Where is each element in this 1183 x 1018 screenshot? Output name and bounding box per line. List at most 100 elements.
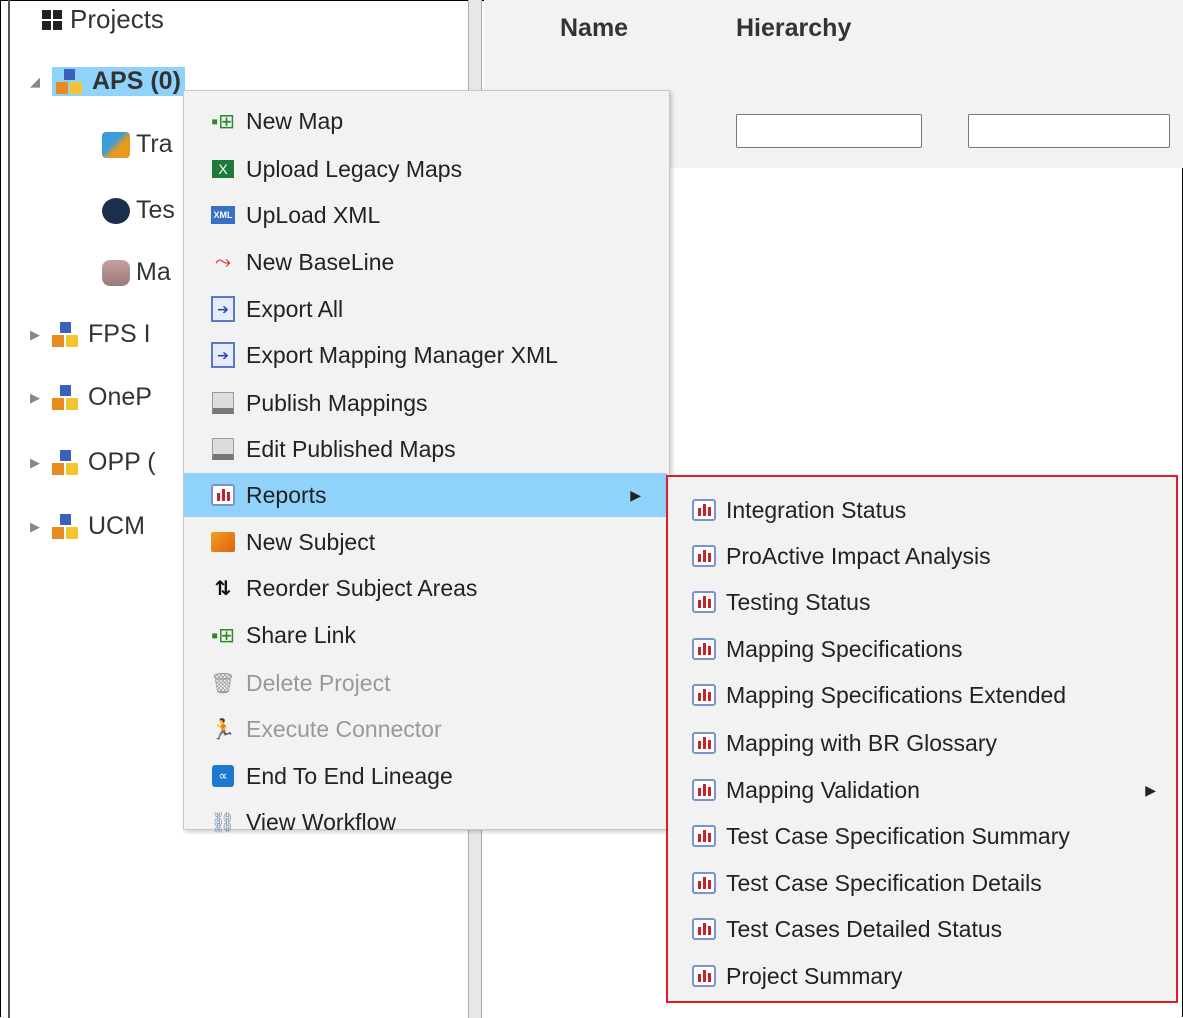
report-icon	[692, 591, 716, 613]
tree-node-fps[interactable]: ▶ FPS I	[30, 320, 151, 349]
submenu-item-label: Project Summary	[726, 962, 903, 989]
submenu-item-label: Test Cases Detailed Status	[726, 915, 1003, 942]
menu-item-label: New Subject	[246, 528, 376, 555]
menu-item-label: Export All	[246, 295, 344, 322]
export-icon: ➔	[206, 341, 240, 369]
report-icon	[692, 499, 716, 521]
tree-title: Projects	[70, 4, 164, 34]
excel-upload-icon: X	[206, 155, 240, 183]
menu-item-publish-mappings[interactable]: Publish Mappings	[184, 381, 667, 425]
menu-item-upload-xml[interactable]: XML UpLoad XML	[184, 193, 667, 237]
menu-item-label: UpLoad XML	[246, 201, 381, 228]
menu-item-export-all[interactable]: ➔ Export All	[184, 287, 667, 331]
expand-caret-icon[interactable]: ▶	[30, 390, 52, 406]
tree-child-label: Ma	[136, 258, 171, 286]
xml-upload-icon: XML	[206, 201, 240, 229]
submenu-item-integration-status[interactable]: Integration Status	[668, 488, 1176, 532]
submenu-item-test-case-specification-summary[interactable]: Test Case Specification Summary	[668, 814, 1176, 858]
expand-caret-icon[interactable]: ▶	[30, 519, 52, 535]
submenu-item-test-case-specification-details[interactable]: Test Case Specification Details	[668, 861, 1176, 905]
expand-caret-icon[interactable]: ▶	[30, 455, 52, 471]
menu-item-edit-published-maps[interactable]: Edit Published Maps	[184, 427, 667, 471]
test-gear-icon	[102, 197, 130, 224]
export-icon: ➔	[206, 295, 240, 323]
menu-item-end-to-end-lineage[interactable]: ∝ End To End Lineage	[184, 754, 667, 798]
submenu-item-label: Mapping with BR Glossary	[726, 729, 997, 756]
menu-item-new-subject[interactable]: New Subject	[184, 520, 667, 564]
tree-child-label: Tes	[136, 196, 175, 224]
menu-item-label: End To End Lineage	[246, 762, 453, 789]
menu-item-reports[interactable]: Reports ▶	[184, 473, 667, 517]
report-icon	[206, 481, 240, 509]
menu-item-label: Edit Published Maps	[246, 435, 456, 462]
menu-item-upload-legacy-maps[interactable]: X Upload Legacy Maps	[184, 147, 667, 191]
submenu-item-mapping-specifications[interactable]: Mapping Specifications	[668, 627, 1176, 671]
menu-item-label: Upload Legacy Maps	[246, 155, 463, 182]
trash-icon: 🗑	[210, 672, 236, 695]
context-menu: ▪⊞ New Map X Upload Legacy Maps XML UpLo…	[183, 90, 670, 835]
project-icon	[52, 513, 80, 540]
tree-node-ucm[interactable]: ▶ UCM	[30, 512, 145, 541]
workflow-icon: ⛓	[210, 811, 236, 834]
submenu-item-testing-status[interactable]: Testing Status	[668, 580, 1176, 624]
report-icon	[692, 825, 716, 847]
submenu-arrow-icon: ▶	[1145, 781, 1156, 798]
report-icon	[692, 779, 716, 801]
submenu-arrow-icon: ▶	[630, 486, 641, 503]
report-icon	[692, 918, 716, 940]
menu-item-export-mapping-manager-xml[interactable]: ➔ Export Mapping Manager XML	[184, 333, 667, 377]
submenu-item-label: Test Case Specification Summary	[726, 822, 1070, 849]
selected-project[interactable]: APS (0)	[52, 67, 185, 96]
reports-submenu: Integration Status ProActive Impact Anal…	[666, 475, 1178, 1003]
tree-child-1[interactable]: Tes	[102, 196, 175, 225]
transform-icon	[102, 131, 130, 158]
submenu-item-label: Test Case Specification Details	[726, 869, 1042, 896]
column-header-project-name[interactable]: Name	[560, 14, 628, 43]
column-header-subject-hierarchy[interactable]: Hierarchy	[736, 14, 851, 43]
report-icon	[692, 545, 716, 567]
menu-item-execute-connector[interactable]: 🏃 Execute Connector	[184, 707, 667, 751]
submenu-item-mapping-specifications-extended[interactable]: Mapping Specifications Extended	[668, 673, 1176, 717]
submenu-item-label: ProActive Impact Analysis	[726, 542, 991, 569]
tree-node-onep[interactable]: ▶ OneP	[30, 383, 152, 412]
menu-item-label: Reorder Subject Areas	[246, 574, 478, 601]
submenu-item-project-summary[interactable]: Project Summary	[668, 954, 1176, 998]
report-icon	[692, 872, 716, 894]
filter-input-map-name[interactable]	[968, 114, 1170, 148]
project-label: OPP (	[88, 448, 156, 476]
menu-item-new-baseline[interactable]: ⤳ New BaseLine	[184, 240, 667, 284]
submenu-item-test-cases-detailed-status[interactable]: Test Cases Detailed Status	[668, 907, 1176, 951]
tree-child-2[interactable]: Ma	[102, 258, 171, 287]
menu-item-delete-project[interactable]: 🗑 Delete Project	[184, 661, 667, 705]
expand-caret-icon[interactable]: ◢	[30, 74, 52, 90]
tree-child-0[interactable]: Tra	[102, 130, 173, 159]
menu-item-label: Share Link	[246, 621, 356, 648]
menu-item-new-map[interactable]: ▪⊞ New Map	[184, 99, 667, 143]
submenu-item-mapping-with-br-glossary[interactable]: Mapping with BR Glossary	[668, 721, 1176, 765]
submenu-item-label: Mapping Specifications	[726, 635, 963, 662]
menu-item-view-workflow[interactable]: ⛓ View Workflow	[184, 800, 667, 844]
filter-input-subject-hierarchy[interactable]	[736, 114, 922, 148]
menu-item-label: Reports	[246, 481, 327, 508]
tree-node-aps[interactable]: ◢ APS (0)	[30, 67, 185, 96]
menu-item-label: Publish Mappings	[246, 389, 428, 416]
tree-header: Projects	[42, 4, 164, 35]
share-icon: ▪⊞	[211, 624, 235, 647]
report-icon	[692, 684, 716, 706]
menu-item-label: Export Mapping Manager XML	[246, 341, 558, 368]
project-icon	[56, 68, 84, 95]
menu-item-share-link[interactable]: ▪⊞ Share Link	[184, 613, 667, 657]
expand-caret-icon[interactable]: ▶	[30, 327, 52, 343]
project-label: UCM	[88, 512, 145, 540]
tree-node-opp[interactable]: ▶ OPP (	[30, 448, 156, 477]
submenu-item-mapping-validation[interactable]: Mapping Validation ▶	[668, 768, 1176, 812]
menu-item-reorder-subject-areas[interactable]: ⇅ Reorder Subject Areas	[184, 566, 667, 610]
publish-icon	[206, 389, 240, 417]
submenu-item-proactive-impact-analysis[interactable]: ProActive Impact Analysis	[668, 534, 1176, 578]
publish-icon	[206, 435, 240, 463]
project-icon	[52, 321, 80, 348]
new-map-icon: ▪⊞	[211, 110, 235, 133]
project-icon	[52, 449, 80, 476]
project-icon	[52, 384, 80, 411]
menu-item-label: View Workflow	[246, 808, 396, 835]
